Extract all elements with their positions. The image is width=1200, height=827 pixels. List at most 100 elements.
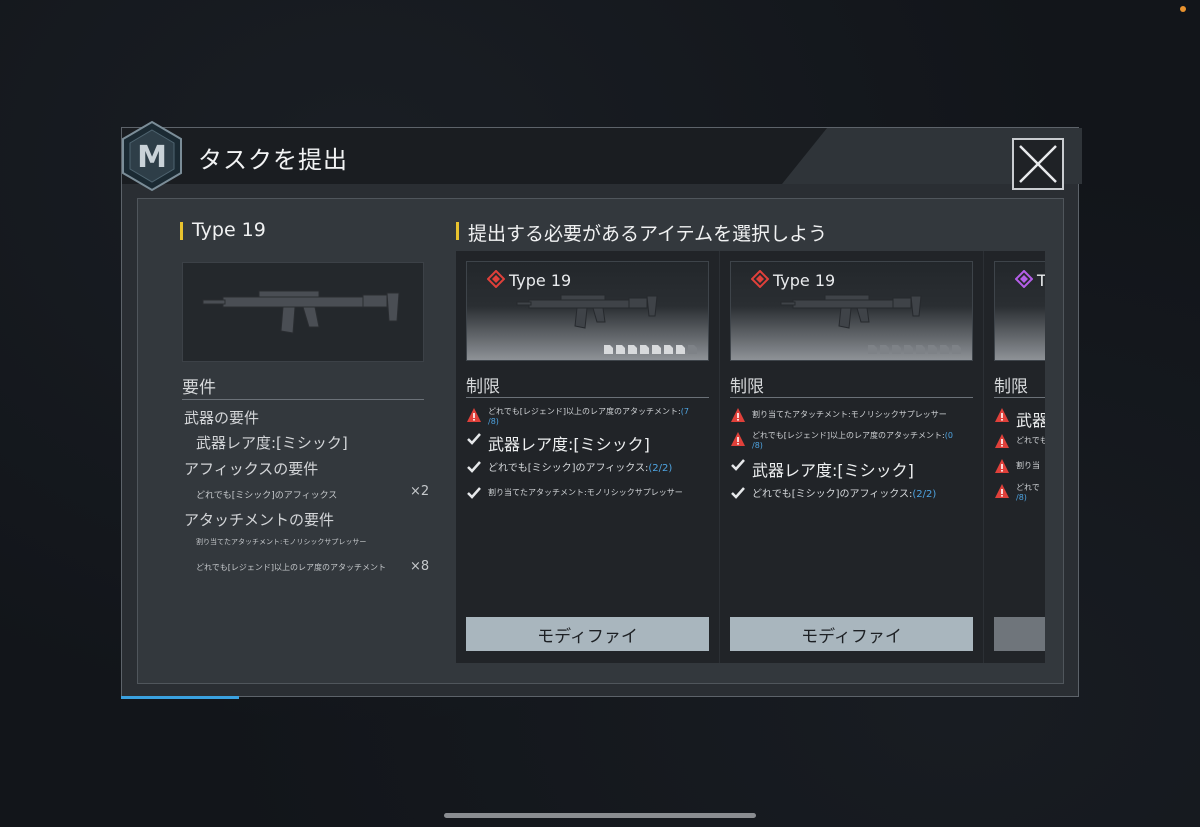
condition-row: どれでも[レジェンド]以上のレア度のアタッチメント:(0 /8) [730,431,953,451]
attach-req-title: アタッチメントの要件 [184,511,335,529]
modify-button[interactable]: モディファイ [466,617,709,651]
slot-icon [868,345,877,354]
condition-text: 武器レア度:[ミシック] [752,461,914,480]
condition-row: 割り当てたアタッチメント:モノリシックサプレッサー [730,407,947,423]
slot-icon [616,345,625,354]
modify-button[interactable]: モディファイ [730,617,973,651]
requirements-title: 要件 [182,378,216,398]
attach-req-1: 割り当てたアタッチメント:モノリシックサプレッサー [196,538,367,546]
warning-icon [995,434,1009,448]
attachment-slots [868,345,961,354]
card-image: T [994,261,1045,361]
condition-text: どれでも[ミシック]のアフィックス: [488,463,649,474]
item-card-list[interactable]: Type 19 制限 どれでも[レジェンド]以上のレア度のアタッチメント:(7 … [456,251,1045,663]
warning-icon [995,408,1009,422]
slot-icon [640,345,649,354]
logo-letter: M [137,140,167,175]
rarity-icon [1015,270,1033,288]
check-icon [731,459,745,471]
slot-icon [928,345,937,354]
dialog-body: Type 19 要件 武器の要件 武器レア度:[ミシック] アフィックスの要件 … [137,198,1064,684]
slot-icon [952,345,961,354]
rarity-icon [751,270,769,288]
condition-progress: (0 [944,431,953,440]
condition-text: どれでも[レジェンド]以上のレア度のアタッチメント: [488,407,681,416]
slot-icon [652,345,661,354]
condition-text: どれでも [1016,436,1045,445]
close-button[interactable] [1012,138,1064,190]
slot-icon [940,345,949,354]
condition-text: 割り当 [1016,461,1040,470]
slot-icon [880,345,889,354]
condition-row: どれでも[レジェンド]以上のレア度のアタッチメント:(7 /8) [466,407,689,427]
slot-icon [688,345,697,354]
modify-button[interactable] [994,617,1045,651]
limit-title: 制限 [466,377,500,397]
condition-progress: (2/2) [648,463,673,474]
condition-text: 割り当てたアタッチメント:モノリシックサプレッサー [488,488,683,497]
divider [466,397,709,398]
condition-progress: /8) [1016,493,1027,502]
home-indicator[interactable] [444,813,756,818]
condition-progress: (2/2) [912,489,937,500]
card-image: Type 19 [730,261,973,361]
check-icon [731,487,745,499]
condition-text: 割り当てたアタッチメント:モノリシックサプレッサー [752,410,947,419]
divider [994,397,1045,398]
warning-icon [467,408,481,422]
select-items-heading: 提出する必要があるアイテムを選択しよう [456,219,827,246]
condition-row: 割り当てたアタッチメント:モノリシックサプレッサー [466,485,683,500]
divider [182,399,424,400]
check-icon [467,487,481,499]
condition-row: どれでも[ミシック]のアフィックス:(2/2) [730,485,936,500]
rifle-image [780,294,922,329]
limit-title: 制限 [730,377,764,397]
condition-progress: /8) [488,417,499,426]
condition-progress: (7 [680,407,689,416]
attach-count: ×8 [410,559,430,574]
weapon-name-heading: Type 19 [180,219,266,241]
condition-row: どれで /8) [994,483,1040,503]
slot-icon [904,345,913,354]
limit-title: 制限 [994,377,1028,397]
condition-row: どれでも [994,433,1045,449]
slot-icon [916,345,925,354]
rifle-image [516,294,658,329]
submit-task-dialog: M タスクを提出 Type 19 要件 武器の要件 武器レア度:[ミシック] ア… [121,120,1082,697]
check-icon [467,461,481,473]
slot-icon [604,345,613,354]
check-icon [467,433,481,445]
condition-text: 武器レア度:[ミシック] [488,435,650,454]
condition-row: どれでも[ミシック]のアフィックス:(2/2) [466,459,672,474]
card-item-name: T [1037,271,1045,290]
condition-row: 武器レア度:[ミシック] [466,431,650,455]
affix-req-title: アフィックスの要件 [184,460,319,478]
condition-text: 武器 [1016,411,1045,430]
warning-icon [731,432,745,446]
slot-icon [676,345,685,354]
condition-row: 武器 [994,407,1045,431]
weapon-preview [182,262,424,362]
attachment-slots [604,345,697,354]
condition-row: 武器レア度:[ミシック] [730,457,914,481]
slot-icon [628,345,637,354]
rarity-icon [487,270,505,288]
condition-text: どれでも[レジェンド]以上のレア度のアタッチメント: [752,431,945,440]
slot-icon [892,345,901,354]
game-logo-icon: M [122,120,182,192]
item-card[interactable]: Type 19 [720,251,982,663]
close-icon [1019,145,1057,183]
item-card[interactable]: Type 19 [456,251,718,663]
card-image: Type 19 [466,261,709,361]
weapon-rarity-req: 武器レア度:[ミシック] [196,434,348,452]
attach-req-2: どれでも[レジェンド]以上のレア度のアタッチメント [196,563,386,572]
warning-icon [995,484,1009,498]
item-card[interactable]: T 制限 武器 どれでも 割り当 どれで /8) [984,251,1045,663]
condition-text: どれでも[ミシック]のアフィックス: [752,489,913,500]
slot-icon [664,345,673,354]
rifle-image [202,290,400,334]
warning-icon [731,408,745,422]
condition-progress: /8) [752,441,763,450]
divider [730,397,973,398]
dialog-title: タスクを提出 [198,146,348,174]
